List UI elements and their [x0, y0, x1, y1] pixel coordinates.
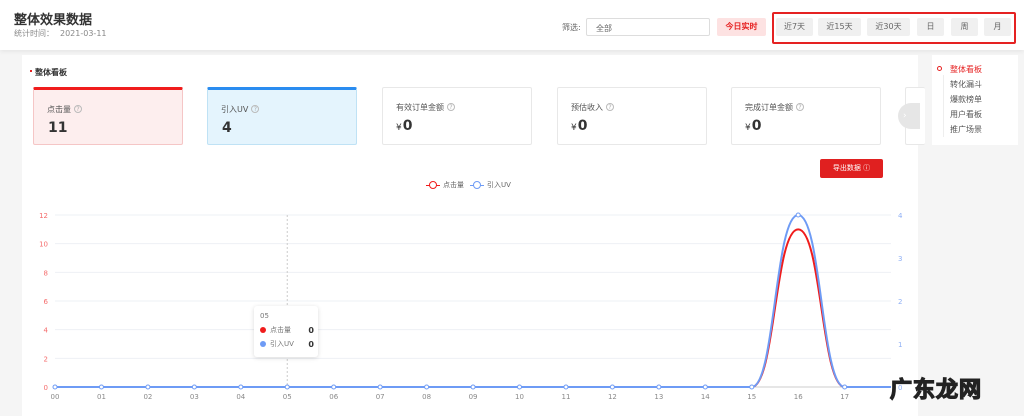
data-point: [52, 384, 58, 390]
x-tick-label: 13: [654, 393, 663, 401]
x-tick-label: 14: [701, 393, 710, 401]
y-right-tick-label: 4: [898, 212, 903, 220]
x-tick-label: 07: [376, 393, 385, 401]
y-left-tick-label: 12: [39, 212, 48, 220]
data-point: [424, 384, 430, 390]
y-left-tick-label: 0: [44, 384, 48, 392]
x-tick-label: 16: [794, 393, 803, 401]
tooltip-title: 05: [260, 312, 269, 320]
x-tick-label: 08: [422, 393, 431, 401]
x-tick-label: 06: [329, 393, 338, 401]
data-point: [284, 384, 290, 390]
data-point: [563, 384, 569, 390]
data-point: [656, 384, 662, 390]
x-tick-label: 01: [97, 393, 106, 401]
y-right-tick-label: 1: [898, 341, 902, 349]
data-point: [238, 384, 244, 390]
nav-item-user-board[interactable]: 用户看板: [950, 109, 982, 120]
x-tick-label: 15: [747, 393, 756, 401]
x-tick-label: 10: [515, 393, 524, 401]
tooltip-row: 引入UV 0: [260, 339, 314, 349]
x-tick-label: 05: [283, 393, 292, 401]
data-point: [191, 384, 197, 390]
line-chart: 0246810120123400 01 02 03 04 05 06 07 08 09 10 11 12…: [39, 212, 903, 401]
x-tick-label: 17: [840, 393, 849, 401]
x-tick-label: 11: [561, 393, 570, 401]
data-point: [795, 212, 801, 218]
nav-item-hot-list[interactable]: 爆款榜单: [950, 94, 982, 105]
nav-item-funnel[interactable]: 转化漏斗: [950, 79, 982, 90]
tooltip-row: 点击量 0: [260, 325, 314, 335]
data-point: [517, 384, 522, 390]
data-point: [145, 384, 151, 390]
active-dot-icon: [937, 66, 942, 71]
nav-item-overview[interactable]: 整体看板: [950, 64, 982, 75]
x-tick-label: 03: [190, 393, 199, 401]
data-point: [749, 384, 755, 390]
data-point: [842, 384, 848, 390]
watermark: 广东龙网: [889, 377, 983, 403]
x-tick-label: 00: [51, 393, 60, 401]
x-tick-label: 12: [608, 393, 617, 401]
nav-item-scenes[interactable]: 推广场景: [950, 124, 982, 135]
y-right-tick-label: 2: [898, 298, 902, 306]
x-tick-label: 02: [143, 393, 152, 401]
y-left-tick-label: 8: [44, 269, 48, 277]
chart-tooltip: 05 点击量 0 引入UV 0: [254, 306, 318, 357]
data-point: [98, 384, 104, 390]
y-left-tick-label: 2: [44, 355, 48, 363]
right-anchor-nav: 整体看板 转化漏斗 爆款榜单 用户看板 推广场景: [932, 55, 1018, 145]
x-tick-label: 04: [236, 393, 245, 401]
data-point: [470, 384, 476, 390]
data-point: [331, 384, 337, 390]
y-right-tick-label: 3: [898, 255, 902, 263]
data-point: [377, 384, 383, 390]
data-point: [702, 384, 708, 390]
y-left-tick-label: 10: [39, 241, 48, 249]
data-point: [609, 384, 615, 390]
y-left-tick-label: 6: [44, 298, 49, 306]
x-tick-label: 09: [469, 393, 478, 401]
y-left-tick-label: 4: [44, 327, 49, 335]
